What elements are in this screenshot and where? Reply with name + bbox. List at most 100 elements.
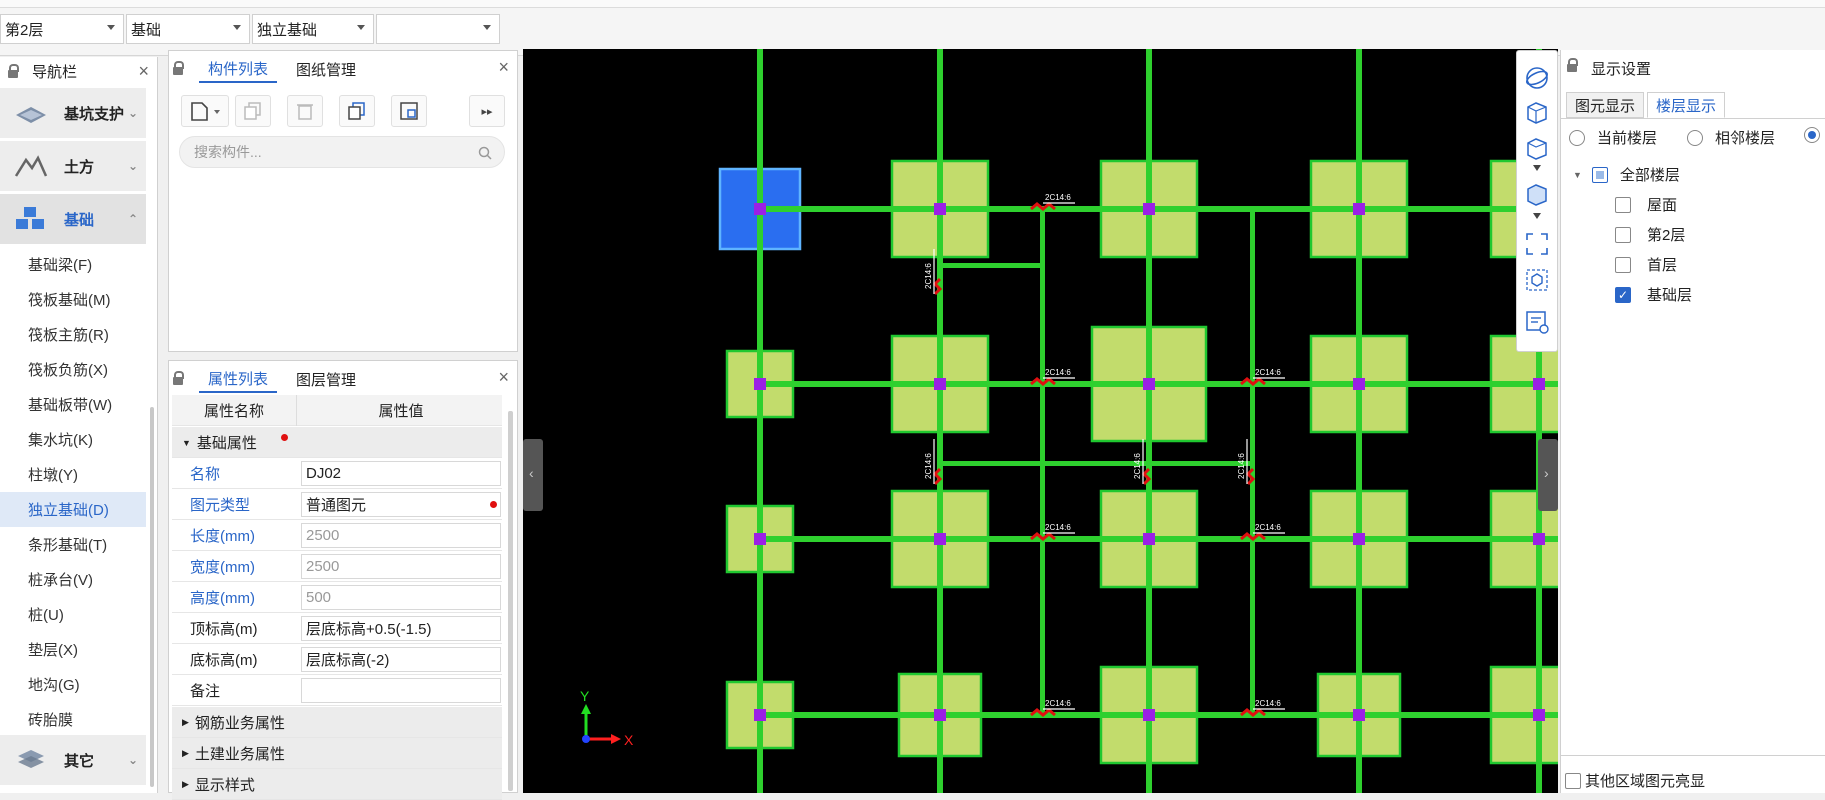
nav-item-strip-footing[interactable]: 条形基础(T) [0,527,146,562]
lock-icon[interactable] [173,61,184,75]
lock-icon[interactable] [1567,58,1578,72]
column-marker[interactable] [934,533,946,545]
category-select[interactable]: 基础 [126,14,250,44]
checkbox-partial[interactable] [1591,166,1608,183]
fit-view-icon[interactable] [1524,231,1550,257]
copy-component-button[interactable] [235,95,271,127]
property-scrollbar[interactable] [508,411,513,791]
column-marker[interactable] [1533,378,1545,390]
collapse-right-handle[interactable]: › [1538,439,1558,511]
column-marker[interactable] [1353,709,1365,721]
tab-component-list[interactable]: 构件列表 [199,55,278,83]
extract-component-button[interactable] [391,95,427,127]
tree-node-all-floors[interactable]: ▼ 全部楼层 [1573,164,1680,185]
tab-layer-management[interactable]: 图层管理 [287,365,365,393]
checkbox[interactable] [1615,226,1631,243]
secondary-beam-horizontal[interactable] [940,263,1043,268]
property-group-civil[interactable]: ▶ 土建业务属性 [172,738,502,769]
tab-property-list[interactable]: 属性列表 [199,365,278,393]
property-group-rebar[interactable]: ▶ 钢筋业务属性 [172,707,502,738]
nav-scrollbar[interactable] [150,407,154,787]
foundation-plan[interactable]: 2C14:6 2C14:6 2C14:6 2C14:6 2C14:6 2C14:6 2C14… [523,49,1558,793]
nav-item-raft-neg-rebar[interactable]: 筏板负筋(X) [0,352,146,387]
column-marker[interactable] [934,203,946,215]
nav-category-foundation[interactable]: 基础 ⌃ [0,194,146,244]
property-value-input[interactable]: 500 [301,585,501,610]
dynamic-observe-icon[interactable] [1524,65,1550,91]
tree-node-first-floor[interactable]: 首层 [1615,254,1677,275]
nav-item-brick-mold[interactable]: 砖胎膜 [0,702,146,737]
close-icon[interactable]: × [138,61,149,82]
other-area-highlight-option[interactable]: 其他区域图元亮显 [1565,770,1705,791]
column-marker[interactable] [934,378,946,390]
close-icon[interactable]: × [498,57,509,78]
floor-select[interactable]: 第2层 [0,14,124,44]
secondary-beam-horizontal[interactable] [940,461,1253,466]
tree-node-floor-2[interactable]: 第2层 [1615,224,1685,245]
local-3d-icon[interactable] [1524,267,1550,293]
column-marker[interactable] [754,533,766,545]
nav-item-column-pier[interactable]: 柱墩(Y) [0,457,146,492]
rebar-mark[interactable] [932,277,943,296]
property-value-input[interactable]: 层底标高+0.5(-1.5) [301,616,501,641]
tab-element-display[interactable]: 图元显示 [1566,92,1645,118]
collapse-left-handle[interactable]: ‹ [523,439,543,511]
top-view-icon[interactable] [1524,135,1550,161]
column-marker[interactable] [1353,378,1365,390]
nav-item-raft-main-rebar[interactable]: 筏板主筋(R) [0,317,146,352]
solid-view-icon[interactable] [1524,181,1550,207]
nav-category-excavation[interactable]: 基坑支护 ⌄ [0,88,146,138]
instance-select[interactable] [376,14,500,44]
nav-item-raft[interactable]: 筏板基础(M) [0,282,146,317]
property-group-display[interactable]: ▶ 显示样式 [172,769,502,800]
drawing-canvas[interactable]: 2C14:6 2C14:6 2C14:6 2C14:6 2C14:6 2C14:6 2C14… [523,49,1558,793]
property-value-input[interactable]: 普通图元 [301,492,501,517]
search-input[interactable]: 搜索构件... [179,136,505,168]
tab-floor-display[interactable]: 楼层显示 [1647,92,1726,118]
column-marker[interactable] [1533,709,1545,721]
nav-category-earthwork[interactable]: 土方 ⌄ [0,141,146,191]
nav-item-pile-cap[interactable]: 桩承台(V) [0,562,146,597]
chevron-down-icon[interactable] [1524,163,1550,173]
tree-node-foundation-floor[interactable]: ✓ 基础层 [1615,284,1692,305]
column-marker[interactable] [754,378,766,390]
expand-toolbar-button[interactable]: ▸▸ [469,95,505,127]
delete-component-button[interactable] [287,95,323,127]
nav-item-pile[interactable]: 桩(U) [0,597,146,632]
column-marker[interactable] [1353,203,1365,215]
property-value-input[interactable]: DJ02 [301,461,501,486]
layer-copy-button[interactable] [339,95,375,127]
column-marker[interactable] [1143,203,1155,215]
checkbox[interactable] [1615,196,1631,213]
radio-adjacent-floor[interactable]: 相邻楼层 [1687,127,1775,148]
checkbox[interactable] [1615,256,1631,273]
property-group-basic[interactable]: ▼ 基础属性 [172,427,502,458]
column-marker[interactable] [1143,709,1155,721]
column-marker[interactable] [934,709,946,721]
checkbox[interactable] [1565,772,1581,789]
nav-category-other[interactable]: 其它 ⌄ [0,735,146,785]
property-value-input[interactable]: 层底标高(-2) [301,647,501,672]
lock-icon[interactable] [173,371,184,385]
column-marker[interactable] [1143,378,1155,390]
display-settings-icon[interactable] [1524,309,1550,335]
rebar-mark[interactable] [1141,467,1152,486]
chevron-down-icon[interactable] [1524,211,1550,221]
radio-all-floors[interactable] [1804,127,1825,143]
property-value-input[interactable]: 2500 [301,554,501,579]
property-value-input[interactable]: 2500 [301,523,501,548]
checkbox-checked[interactable]: ✓ [1615,286,1631,303]
tab-drawing-management[interactable]: 图纸管理 [287,55,365,83]
nav-item-sump[interactable]: 集水坑(K) [0,422,146,457]
lock-icon[interactable] [8,64,19,78]
search-icon[interactable] [478,146,492,160]
rebar-mark[interactable] [932,467,943,486]
close-icon[interactable]: × [498,367,509,388]
column-marker[interactable] [1353,533,1365,545]
nav-item-slab-strip[interactable]: 基础板带(W) [0,387,146,422]
column-marker[interactable] [1143,533,1155,545]
type-select[interactable]: 独立基础 [252,14,374,44]
radio-current-floor[interactable]: 当前楼层 [1569,127,1657,148]
nav-item-cushion[interactable]: 垫层(X) [0,632,146,667]
rebar-mark[interactable] [1245,467,1256,486]
